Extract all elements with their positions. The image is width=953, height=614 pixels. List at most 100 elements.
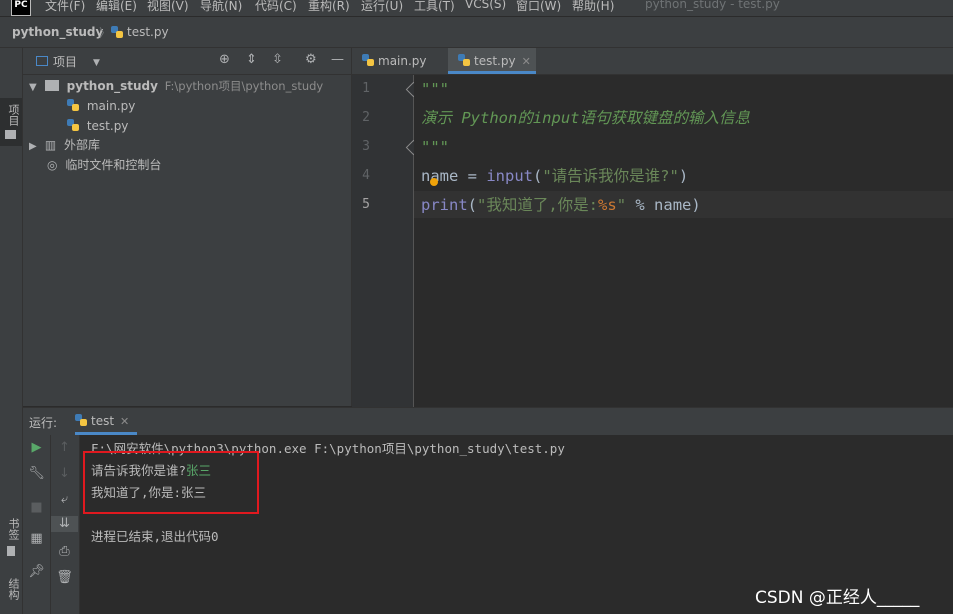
arrow-down-icon[interactable]: ↓	[51, 466, 78, 482]
line-number: 5	[362, 197, 370, 212]
tree-root[interactable]: ▼ python_study F:\python项目\python_study	[29, 76, 323, 96]
code-token: name	[421, 167, 459, 185]
menu-vcs[interactable]: VCS(S)	[465, 0, 506, 11]
code-token: )	[678, 167, 689, 185]
menu-file[interactable]: 文件(F)	[45, 0, 85, 14]
tree-item-label: 外部库	[64, 138, 101, 152]
breadcrumb: python_study 〉 test.py	[0, 17, 953, 48]
wrench-icon[interactable]: 🔧︎	[23, 466, 50, 482]
run-tab-test[interactable]: test ✕	[75, 408, 138, 435]
locate-icon[interactable]: ⊕	[219, 53, 230, 67]
layout-icon[interactable]: ▦	[23, 531, 50, 547]
tree-item-label: test.py	[86, 119, 129, 133]
chevron-down-icon[interactable]: ▼	[29, 78, 41, 98]
code-token: (	[533, 167, 543, 185]
menu-refactor[interactable]: 重构(R)	[308, 0, 350, 14]
expand-all-icon[interactable]: ⇕	[246, 53, 257, 67]
stripe-bookmarks-button[interactable]: 书签	[0, 514, 22, 562]
breadcrumb-project[interactable]: python_study	[12, 25, 103, 39]
project-view-selector[interactable]: 项目	[53, 53, 77, 70]
hide-icon[interactable]: —	[331, 53, 344, 67]
code-token: %s	[598, 196, 617, 214]
code-line-5: print("我知道了,你是:%s" % name)	[421, 191, 701, 220]
stripe-structure-button[interactable]: 结构	[0, 572, 22, 614]
scroll-to-end-icon[interactable]: ⇊	[51, 516, 78, 532]
menu-help[interactable]: 帮助(H)	[572, 0, 614, 14]
run-label: 运行:	[29, 416, 58, 430]
breadcrumb-separator-icon: 〉	[99, 26, 112, 40]
chevron-down-icon[interactable]: ▼	[93, 56, 100, 70]
code-token: "	[616, 196, 627, 214]
run-tab-label: test	[91, 414, 115, 428]
chevron-right-icon[interactable]: ▶	[29, 137, 41, 157]
code-line-4: name = input("请告诉我你是谁?")	[421, 162, 688, 191]
python-file-icon	[362, 54, 374, 66]
python-file-icon	[67, 119, 79, 131]
lightbulb-icon[interactable]	[430, 178, 438, 186]
gear-icon[interactable]: ⚙	[305, 53, 317, 67]
code-token: print	[421, 196, 468, 214]
tree-item-external-libs[interactable]: ▶ ▥ 外部库	[29, 135, 100, 155]
collapse-all-icon[interactable]: ⇳	[272, 53, 283, 67]
line-number: 3	[362, 139, 370, 154]
tree-root-path: F:\python项目\python_study	[164, 79, 324, 93]
menu-window[interactable]: 窗口(W)	[516, 0, 561, 14]
code-line-2: 演示 Python的input语句获取键盘的输入信息	[421, 109, 750, 127]
line-number: 1	[362, 81, 370, 96]
code-token: (	[467, 196, 478, 214]
watermark: CSDN @正经人_____	[755, 588, 920, 608]
stripe-project-label: 项目	[7, 104, 20, 126]
code-token: "请告诉我你是谁?"	[542, 167, 679, 185]
menu-edit[interactable]: 编辑(E)	[96, 0, 137, 14]
code-token: )	[691, 196, 701, 214]
code-token: =	[458, 167, 487, 185]
trash-icon[interactable]: 🗑︎	[51, 570, 78, 586]
run-panel-header: 运行: test ✕	[23, 407, 953, 436]
menu-navigate[interactable]: 导航(N)	[200, 0, 242, 14]
project-panel-header: 项目 ▼ ⊕ ⇕ ⇳ ⚙ —	[23, 48, 351, 75]
close-icon[interactable]: ✕	[120, 415, 129, 428]
python-file-icon	[67, 99, 79, 111]
close-icon[interactable]: ✕	[522, 55, 531, 68]
arrow-up-icon[interactable]: ↑	[51, 440, 78, 456]
python-file-icon	[458, 54, 470, 66]
tree-item-scratches[interactable]: ◎ 临时文件和控制台	[47, 155, 161, 175]
console-toolbar: ↑ ↓ ⤶ ⇊ ⎙ 🗑︎	[51, 435, 80, 614]
left-tool-stripe: 项目 书签 结构	[0, 48, 23, 614]
tree-item-test-py[interactable]: test.py	[67, 116, 128, 136]
stop-icon[interactable]: ■	[23, 500, 50, 516]
code-token: "我知道了,你是:	[477, 196, 599, 214]
code-editor[interactable]: """ 演示 Python的input语句获取键盘的输入信息 """ name …	[414, 75, 953, 407]
run-icon[interactable]: ▶	[23, 440, 50, 456]
run-toolbar: ▶ 🔧︎ ■ ▦ 📌︎	[23, 435, 51, 614]
project-view-icon	[36, 56, 48, 66]
stripe-project-button[interactable]: 项目	[0, 98, 22, 146]
menu-tools[interactable]: 工具(T)	[414, 0, 455, 14]
python-file-icon	[111, 26, 123, 38]
python-file-icon	[75, 414, 87, 426]
menu-view[interactable]: 视图(V)	[147, 0, 189, 14]
menu-code[interactable]: 代码(C)	[255, 0, 297, 14]
editor-gutter: 1 2 3 4 5	[352, 75, 422, 407]
tab-test-py[interactable]: test.py ✕	[448, 48, 536, 74]
code-line-1: """	[421, 80, 449, 98]
tree-root-name: python_study	[66, 79, 158, 93]
breadcrumb-file[interactable]: test.py	[127, 25, 169, 39]
window-title: python_study - test.py	[645, 0, 780, 11]
soft-wrap-icon[interactable]: ⤶	[51, 492, 78, 508]
tree-item-main-py[interactable]: main.py	[67, 96, 135, 116]
menu-run[interactable]: 运行(U)	[361, 0, 403, 14]
project-panel: 项目 ▼ ⊕ ⇕ ⇳ ⚙ — ▼ python_study F:\python项…	[23, 48, 352, 406]
tab-main-py[interactable]: main.py	[352, 48, 448, 74]
folder-icon	[44, 80, 59, 91]
stripe-bookmarks-label: 书签	[7, 518, 20, 540]
tab-label: main.py	[378, 54, 427, 68]
tree-item-label: main.py	[86, 99, 136, 113]
code-token: % name	[626, 196, 692, 214]
bookmark-icon	[7, 546, 15, 556]
stripe-structure-label: 结构	[7, 578, 20, 600]
print-icon[interactable]: ⎙	[51, 544, 78, 560]
folder-icon	[5, 130, 16, 139]
pin-icon[interactable]: 📌︎	[23, 564, 50, 580]
scratches-icon: ◎	[47, 158, 58, 172]
